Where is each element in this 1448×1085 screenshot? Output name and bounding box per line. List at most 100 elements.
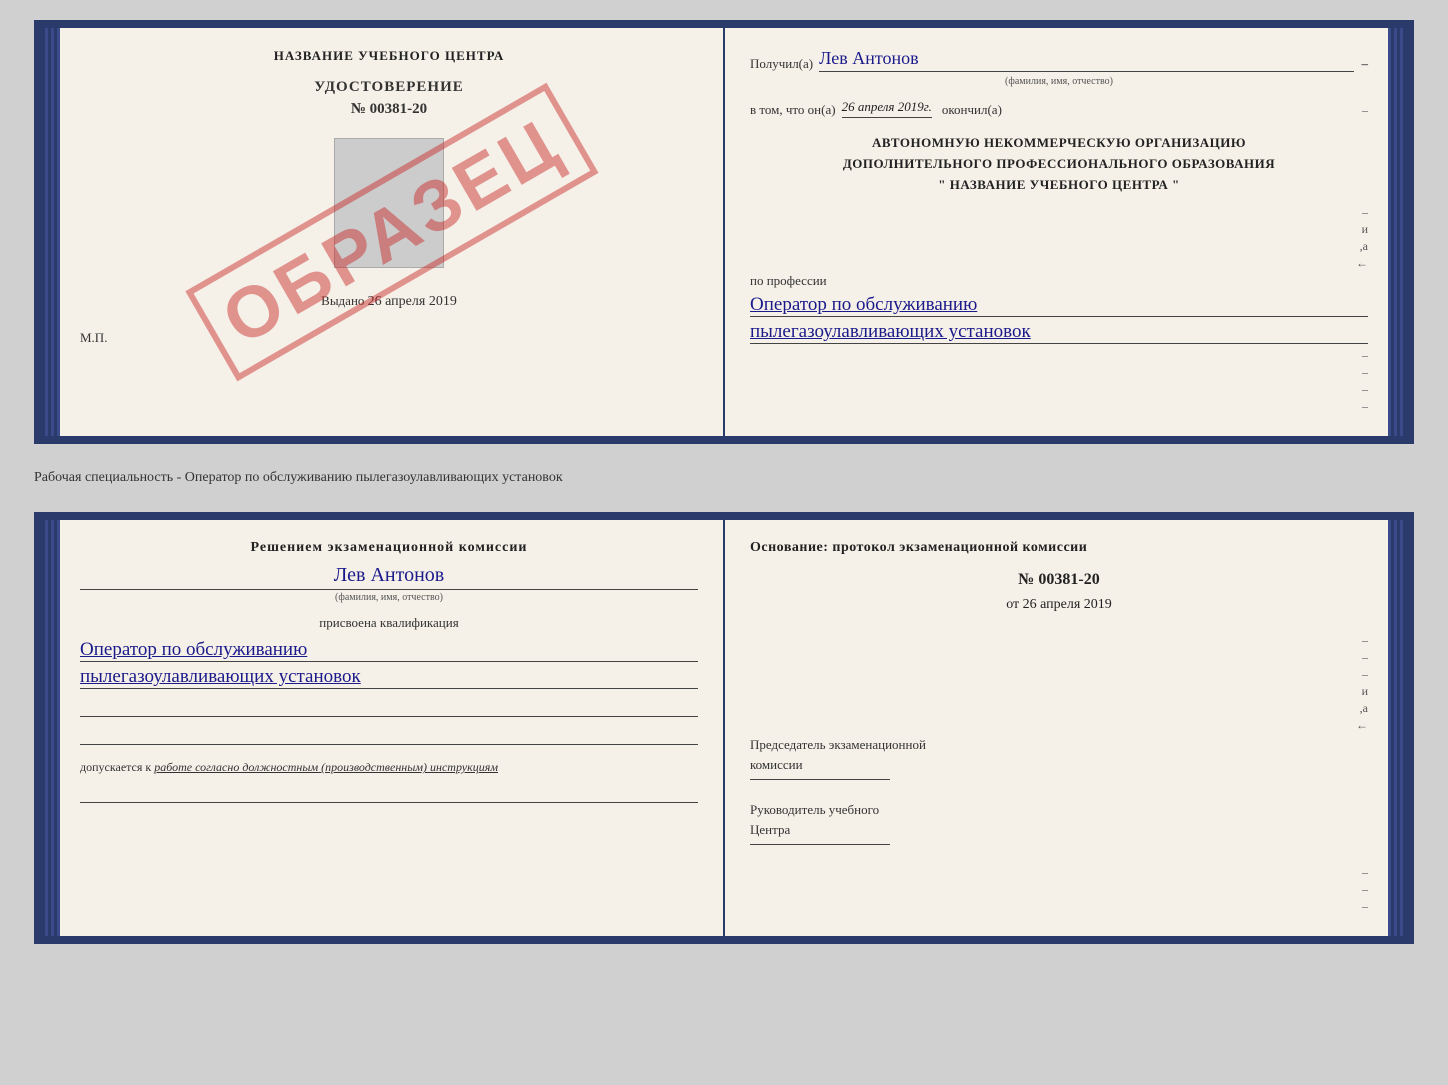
dash-row-6: – <box>750 365 1368 380</box>
profession-line1: Оператор по обслуживанию <box>750 294 1368 317</box>
booklet-spine-left <box>42 28 60 436</box>
decision-text: Решением экзаменационной комиссии <box>80 540 698 556</box>
dash-vtom: – <box>1362 103 1368 118</box>
vtom-date: 26 апреля 2019г. <box>842 99 932 118</box>
bottom-right-panel: Основание: протокол экзаменационной коми… <box>725 520 1388 936</box>
qualification-line1: Оператор по обслуживанию <box>80 639 698 662</box>
recipient-row: Получил(а) Лев Антонов – <box>750 48 1368 72</box>
blank-line-1 <box>80 697 698 717</box>
dopuskaetsya-prefix: допускается к <box>80 760 151 774</box>
qual-line1-block: Оператор по обслуживанию <box>80 639 698 662</box>
ruk-label1: Руководитель учебного <box>750 800 1368 820</box>
booklet-spine-right <box>1388 28 1406 436</box>
bottom-fio-subtitle: (фамилия, имя, отчество) <box>80 592 698 603</box>
dash-row-r8: – <box>750 882 1368 897</box>
dash-row-r2: – <box>750 650 1368 665</box>
vydano-prefix: Выдано <box>321 293 364 308</box>
cert-number: № 00381-20 <box>351 101 427 118</box>
org-line3: " НАЗВАНИЕ УЧЕБНОГО ЦЕНТРА " <box>750 175 1368 196</box>
ruk-label2: Центра <box>750 820 1368 840</box>
chairman-sig-line <box>750 779 890 780</box>
qualification-line2: пылегазоулавливающих установок <box>80 666 698 689</box>
prisvoena-text: присвоена квалификация <box>80 615 698 631</box>
osnovanie-label: Основание: протокол экзаменационной коми… <box>750 540 1368 556</box>
top-certificate-booklet: НАЗВАНИЕ УЧЕБНОГО ЦЕНТРА УДОСТОВЕРЕНИЕ №… <box>34 20 1414 444</box>
booklet-left-panel: НАЗВАНИЕ УЧЕБНОГО ЦЕНТРА УДОСТОВЕРЕНИЕ №… <box>60 28 725 436</box>
name-underline: Лев Антонов <box>80 564 698 590</box>
right-side-dash-8: – <box>1362 882 1368 897</box>
chairman-block: Председатель экзаменационной комиссии <box>750 735 1368 780</box>
dash-row-r9: – <box>750 899 1368 914</box>
dash-row-4: ← <box>750 256 1368 271</box>
vydano-date: 26 апреля 2019 <box>368 294 457 309</box>
ruk-block: Руководитель учебного Центра <box>750 800 1368 845</box>
qual-line2-block: пылегазоулавливающих установок <box>80 666 698 689</box>
bottom-certificate-booklet: Решением экзаменационной комиссии Лев Ан… <box>34 512 1414 944</box>
dash-row-r7: – <box>750 865 1368 880</box>
prot-date-prefix: от <box>1006 597 1019 612</box>
booklet-right-panel: Получил(а) Лев Антонов – (фамилия, имя, … <box>725 28 1388 436</box>
udostoverenie-label: УДОСТОВЕРЕНИЕ <box>314 79 464 96</box>
profession-line2: пылегазоулавливающих установок <box>750 321 1368 344</box>
dash-row-3: ,а <box>750 239 1368 254</box>
certificate-content: УДОСТОВЕРЕНИЕ № 00381-20 Выдано 26 апрел… <box>80 79 698 310</box>
dash-row-r6: ← <box>750 718 1368 733</box>
dash-row-8: – <box>750 399 1368 414</box>
profession-line2-block: пылегазоулавливающих установок <box>750 321 1368 344</box>
dash-row-r3: – <box>750 667 1368 682</box>
chairman-label2: комиссии <box>750 755 1368 775</box>
bottom-left-panel: Решением экзаменационной комиссии Лев Ан… <box>60 520 725 936</box>
profession-label: по профессии <box>750 273 1368 289</box>
dash-after-name: – <box>1362 56 1369 72</box>
right-side-dash-9: – <box>1362 899 1368 914</box>
right-side-dash-i: и <box>1362 684 1368 699</box>
blank-line-3 <box>80 783 698 803</box>
vtom-row: в том, что он(а) 26 апреля 2019г. окончи… <box>750 99 1368 118</box>
prot-number: № 00381-20 <box>750 571 1368 589</box>
dopuskaetsya-block: допускается к работе согласно должностны… <box>80 760 698 775</box>
training-center-title: НАЗВАНИЕ УЧЕБНОГО ЦЕНТРА <box>80 48 698 64</box>
okonchill-label: окончил(а) <box>942 102 1002 118</box>
dash-row-r1: – <box>750 633 1368 648</box>
org-line2: ДОПОЛНИТЕЛЬНОГО ПРОФЕССИОНАЛЬНОГО ОБРАЗО… <box>750 154 1368 175</box>
side-dash-a: ,а <box>1360 239 1368 254</box>
poluchil-label: Получил(а) <box>750 56 813 72</box>
dash-row-5: – <box>750 348 1368 363</box>
side-dash-7: – <box>1362 382 1368 397</box>
dash-row-1: – <box>750 205 1368 220</box>
right-side-dash-arrow: ← <box>1356 718 1368 733</box>
dash-row-2: и <box>750 222 1368 237</box>
prot-date-value: 26 апреля 2019 <box>1023 597 1112 612</box>
photo-placeholder <box>334 138 444 268</box>
right-side-dash-a: ,а <box>1360 701 1368 716</box>
side-dash-1: – <box>1362 205 1368 220</box>
dash-row-r4: и <box>750 684 1368 699</box>
dash-row-7: – <box>750 382 1368 397</box>
bottom-name: Лев Антонов <box>80 564 698 587</box>
vtom-label: в том, что он(а) <box>750 102 836 118</box>
right-side-dash-3: – <box>1362 667 1368 682</box>
ruk-sig-line <box>750 844 890 845</box>
dopuskaetsya-text: работе согласно должностным (производств… <box>154 760 498 774</box>
blank-line-2 <box>80 725 698 745</box>
mp-label: М.П. <box>80 330 698 346</box>
chairman-label1: Председатель экзаменационной <box>750 735 1368 755</box>
profession-line1-block: Оператор по обслуживанию <box>750 294 1368 317</box>
prot-date: от 26 апреля 2019 <box>750 597 1368 613</box>
bottom-spine-left <box>42 520 60 936</box>
side-dash-arrow: ← <box>1356 256 1368 271</box>
bottom-spine-right <box>1388 520 1406 936</box>
fio-subtitle-top: (фамилия, имя, отчество) <box>750 76 1368 87</box>
org-block: АВТОНОМНУЮ НЕКОММЕРЧЕСКУЮ ОРГАНИЗАЦИЮ ДО… <box>750 133 1368 195</box>
org-line1: АВТОНОМНУЮ НЕКОММЕРЧЕСКУЮ ОРГАНИЗАЦИЮ <box>750 133 1368 154</box>
middle-text: Рабочая специальность - Оператор по обсл… <box>34 462 1414 494</box>
side-dash-5: – <box>1362 348 1368 363</box>
side-dash-8: – <box>1362 399 1368 414</box>
side-dash-i: и <box>1362 222 1368 237</box>
recipient-name: Лев Антонов <box>819 48 1353 72</box>
side-dash-6: – <box>1362 365 1368 380</box>
right-side-dash-1: – <box>1362 633 1368 648</box>
right-side-dash-2: – <box>1362 650 1368 665</box>
dash-row-r5: ,а <box>750 701 1368 716</box>
vydano-line: Выдано 26 апреля 2019 <box>321 293 457 310</box>
